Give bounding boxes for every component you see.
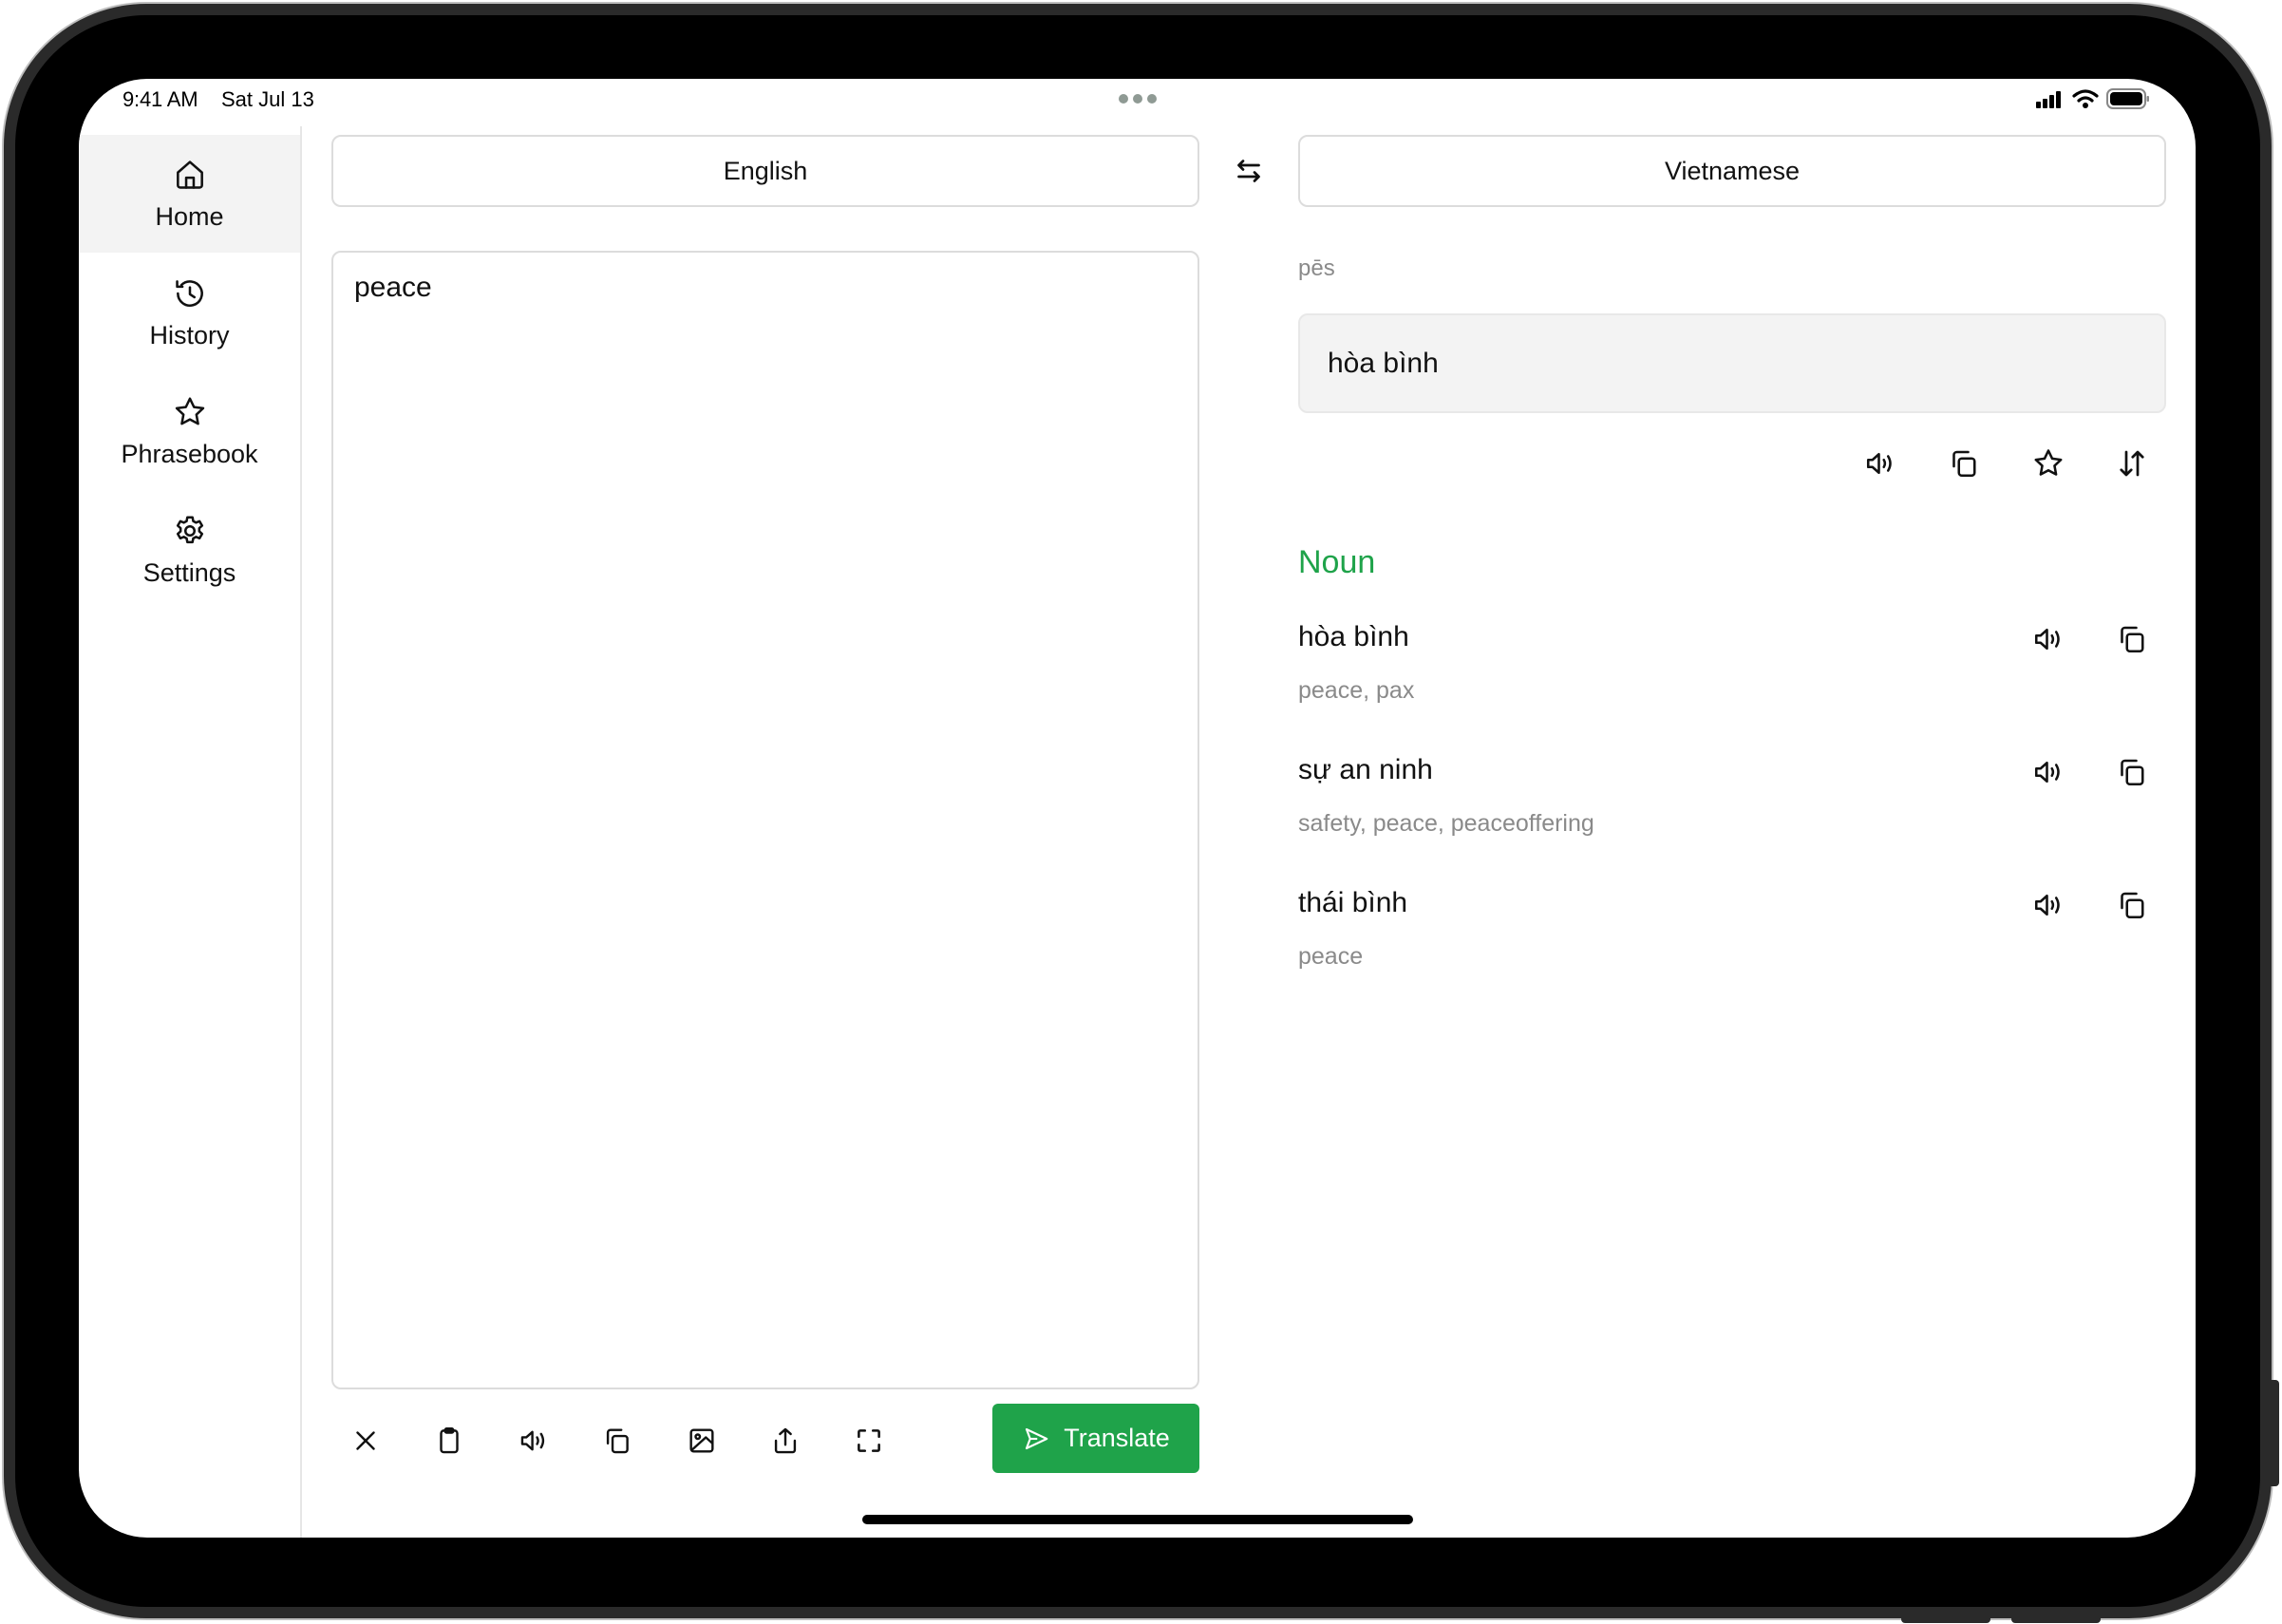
target-language-button[interactable]: Vietnamese xyxy=(1298,135,2166,207)
device-volume-button xyxy=(2011,1615,2101,1623)
translation-text: hòa bình xyxy=(1328,347,1439,379)
copy-source-button[interactable] xyxy=(598,1422,636,1460)
wifi-icon xyxy=(2072,89,2099,108)
close-icon xyxy=(356,1431,375,1450)
sidebar: Home History Phrasebook Settings xyxy=(79,126,302,1538)
speak-entry-button[interactable] xyxy=(2027,618,2069,660)
save-to-phrasebook-button[interactable] xyxy=(2027,443,2069,484)
speaker-icon xyxy=(2034,628,2060,651)
star-icon xyxy=(175,396,204,425)
sidebar-item-label: Home xyxy=(155,201,224,231)
source-language-button[interactable]: English xyxy=(331,135,1199,207)
translate-button-label: Translate xyxy=(1064,1424,1170,1452)
history-icon xyxy=(175,279,203,307)
part-of-speech-heading: Noun xyxy=(1298,544,1376,580)
home-indicator[interactable] xyxy=(862,1515,1413,1524)
speaker-icon xyxy=(520,1430,545,1451)
sort-arrows-icon xyxy=(2120,450,2144,477)
speak-translation-button[interactable] xyxy=(1859,443,1901,484)
speaker-icon xyxy=(2034,761,2060,784)
sidebar-item-label: History xyxy=(149,320,230,349)
multitasking-dots[interactable] xyxy=(1119,94,1157,104)
battery-icon xyxy=(2106,88,2149,109)
home-icon xyxy=(176,160,203,189)
speaker-icon xyxy=(2034,894,2060,916)
speak-entry-button[interactable] xyxy=(2027,884,2069,926)
share-button[interactable] xyxy=(766,1422,804,1460)
image-icon xyxy=(689,1428,714,1453)
entry-word: sự an ninh xyxy=(1298,754,1433,785)
device-side-button xyxy=(2270,1380,2279,1486)
copy-translation-button[interactable] xyxy=(1943,443,1985,484)
phonetic-transcription: pēs xyxy=(1298,255,1335,281)
entry-word: thái bình xyxy=(1298,887,1408,918)
copy-icon xyxy=(2121,626,2144,653)
clipboard-icon xyxy=(440,1427,459,1454)
copy-entry-button[interactable] xyxy=(2111,618,2153,660)
entry-meanings: safety, peace, peaceoffering xyxy=(1298,810,1594,837)
device-volume-button xyxy=(1901,1615,1990,1623)
sidebar-item-history[interactable]: History xyxy=(79,254,300,371)
image-translate-button[interactable] xyxy=(683,1422,721,1460)
status-indicators xyxy=(2036,88,2150,109)
star-icon xyxy=(2034,449,2063,476)
clear-button[interactable] xyxy=(347,1422,385,1460)
sidebar-item-settings[interactable]: Settings xyxy=(79,491,300,609)
gear-icon xyxy=(176,515,203,543)
entry-meanings: peace xyxy=(1298,943,1364,970)
swap-arrows-icon xyxy=(1237,160,1260,182)
status-time: 9:41 AM xyxy=(123,87,198,111)
copy-icon xyxy=(2121,759,2144,786)
status-date: Sat Jul 13 xyxy=(221,87,314,111)
speak-source-button[interactable] xyxy=(515,1422,553,1460)
copy-icon xyxy=(606,1428,629,1454)
translation-result: hòa bình xyxy=(1298,313,2166,413)
status-bar: 9:41 AM Sat Jul 13 xyxy=(79,79,2196,126)
fullscreen-button[interactable] xyxy=(850,1422,888,1460)
send-icon xyxy=(1026,1427,1048,1449)
sidebar-item-label: Settings xyxy=(142,557,236,587)
sidebar-item-label: Phrasebook xyxy=(121,439,258,468)
copy-entry-button[interactable] xyxy=(2111,751,2153,793)
source-text-input[interactable] xyxy=(331,251,1199,1389)
entry-meanings: peace, pax xyxy=(1298,677,1415,704)
paste-button[interactable] xyxy=(430,1422,468,1460)
fullscreen-icon xyxy=(858,1429,880,1452)
copy-entry-button[interactable] xyxy=(2111,884,2153,926)
copy-icon xyxy=(1952,450,1976,478)
translate-button[interactable]: Translate xyxy=(992,1404,1199,1473)
copy-icon xyxy=(2121,892,2144,919)
entry-word: hòa bình xyxy=(1298,621,1409,652)
reverse-translation-button[interactable] xyxy=(2111,443,2153,484)
cellular-signal-icon xyxy=(2036,91,2061,108)
sidebar-item-phrasebook[interactable]: Phrasebook xyxy=(79,372,300,490)
speaker-icon xyxy=(1866,452,1892,475)
sidebar-item-home[interactable]: Home xyxy=(79,135,300,253)
share-icon xyxy=(774,1427,797,1454)
swap-languages-button[interactable] xyxy=(1232,154,1266,188)
speak-entry-button[interactable] xyxy=(2027,751,2069,793)
app-screen: 9:41 AM Sat Jul 13 Home History Phrasebo… xyxy=(79,79,2196,1538)
